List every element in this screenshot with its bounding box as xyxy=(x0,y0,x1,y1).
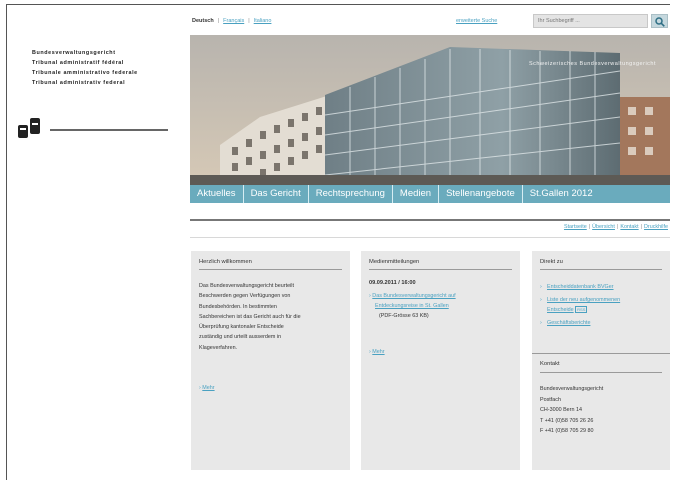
welcome-line: Überprüfung kantonaler Entscheide xyxy=(199,324,284,331)
media-pdf-note: (PDF-Grösse 63 KB) xyxy=(379,313,429,319)
lang-italiano[interactable]: Italiano xyxy=(254,18,272,24)
search-input[interactable] xyxy=(533,14,648,28)
direct-link-entscheiddatenbank[interactable]: Entscheiddatenbank BVGer xyxy=(547,284,614,290)
panel-divider xyxy=(199,269,342,270)
media-item-link-cont[interactable]: Entdeckungsreise in St. Gallen xyxy=(375,303,449,309)
court-name-de: Bundesverwaltungsgericht xyxy=(32,50,116,56)
utility-nav: Startseite | Übersicht | Kontakt | Druckhilfe xyxy=(564,224,668,230)
bullet-icon: › xyxy=(540,297,542,303)
court-logo-icon xyxy=(18,118,40,138)
nav-medien[interactable]: Medien xyxy=(393,185,440,203)
direct-link-item: › Entscheiddatenbank BVGer xyxy=(540,282,664,292)
page-frame-top xyxy=(6,4,670,5)
welcome-line: Beschwerden gegen Verfügungen von xyxy=(199,293,291,300)
language-switcher: Deutsch | Français | Italiano xyxy=(192,18,275,24)
util-separator: | xyxy=(588,224,591,230)
utility-divider xyxy=(190,237,670,238)
welcome-title: Herzlich willkommen xyxy=(199,259,252,265)
media-more-label: Mehr xyxy=(372,349,385,355)
search-button[interactable] xyxy=(651,14,668,28)
hero-caption: Schweizerisches Bundesverwaltungsgericht xyxy=(529,61,656,67)
util-startseite[interactable]: Startseite xyxy=(564,224,587,230)
direct-link-item: › Liste der neu aufgenommenen Entscheide… xyxy=(540,295,664,315)
contact-fax: F +41 (0)58 705 29 80 xyxy=(540,428,594,435)
welcome-line: zuständig und urteilt ausserdem in xyxy=(199,334,282,341)
sidebar-panel: Direkt zu › Entscheiddatenbank BVGer › L… xyxy=(532,251,670,470)
media-date: 09.09.2011 / 16:00 xyxy=(369,280,416,286)
court-name-fr: Tribunal administratif fédéral xyxy=(32,60,124,66)
util-separator: | xyxy=(616,224,619,230)
building-photo xyxy=(190,35,670,185)
welcome-line: Das Bundesverwaltungsgericht beurteilt xyxy=(199,283,294,289)
util-kontakt[interactable]: Kontakt xyxy=(620,224,638,230)
contact-line: Postfach xyxy=(540,396,561,403)
court-name-rm: Tribunal administrativ federal xyxy=(32,80,126,86)
contact-line: CH-3000 Bern 14 xyxy=(540,407,582,414)
bullet-icon: › xyxy=(540,320,542,326)
page-frame-left xyxy=(6,4,7,480)
media-item: › Das Bundesverwaltungsgericht auf Entde… xyxy=(369,291,509,321)
welcome-line: Klageverfahren. xyxy=(199,344,238,351)
util-separator: | xyxy=(640,224,643,230)
lang-separator: | xyxy=(217,18,220,24)
lang-francais[interactable]: Français xyxy=(223,18,244,24)
lang-separator: | xyxy=(248,18,250,24)
direct-link-item: › Geschäftsberichte xyxy=(540,318,664,328)
welcome-line: Sachbereichen ist das Gericht auch für d… xyxy=(199,313,301,320)
lang-deutsch[interactable]: Deutsch xyxy=(192,18,214,24)
contact-phone: T +41 (0)58 705 26 26 xyxy=(540,417,594,424)
nav-st-gallen-2012[interactable]: St.Gallen 2012 xyxy=(523,185,600,203)
direct-link-geschaeftsberichte[interactable]: Geschäftsberichte xyxy=(547,320,590,326)
panel-divider xyxy=(369,269,512,270)
welcome-more-label: Mehr xyxy=(202,385,215,391)
media-item-link[interactable]: Das Bundesverwaltungsgericht auf xyxy=(372,293,455,299)
court-name-block: Bundesverwaltungsgericht Tribunal admini… xyxy=(32,48,182,88)
media-panel: Medienmitteilungen 09.09.2011 / 16:00 › … xyxy=(361,251,520,470)
hero-image: Schweizerisches Bundesverwaltungsgericht xyxy=(190,35,670,185)
nav-stellenangebote[interactable]: Stellenangebote xyxy=(439,185,523,203)
util-uebersicht[interactable]: Übersicht xyxy=(592,224,615,230)
contact-info: Bundesverwaltungsgericht Postfach CH-300… xyxy=(540,384,603,437)
media-more-link[interactable]: › Mehr xyxy=(369,349,385,355)
panel-divider xyxy=(540,269,662,270)
media-title: Medienmitteilungen xyxy=(369,259,420,265)
rss-icon[interactable]: RSS xyxy=(575,306,588,313)
direct-title: Direkt zu xyxy=(540,259,563,265)
bullet-icon: › xyxy=(540,284,542,290)
search-icon xyxy=(655,17,665,27)
direct-link-neue-entscheide[interactable]: Liste der neu aufgenommenen xyxy=(547,297,620,303)
direct-link-neue-entscheide-cont[interactable]: Entscheide xyxy=(547,307,574,313)
direct-links: › Entscheiddatenbank BVGer › Liste der n… xyxy=(540,282,664,328)
welcome-panel: Herzlich willkommen Das Bundesverwaltung… xyxy=(191,251,350,470)
content-divider xyxy=(190,219,670,221)
welcome-text: Das Bundesverwaltungsgericht beurteilt B… xyxy=(199,281,339,353)
util-druckhilfe[interactable]: Druckhilfe xyxy=(644,224,668,230)
nav-rechtsprechung[interactable]: Rechtsprechung xyxy=(309,185,393,203)
court-name-it: Tribunale amministrativo federale xyxy=(32,70,138,76)
nav-das-gericht[interactable]: Das Gericht xyxy=(244,185,309,203)
main-nav: Aktuelles Das Gericht Rechtsprechung Med… xyxy=(190,185,670,203)
panel-separator xyxy=(532,353,670,354)
contact-title: Kontakt xyxy=(540,361,560,367)
nav-aktuelles[interactable]: Aktuelles xyxy=(190,185,244,203)
advanced-search-link[interactable]: erweiterte Suche xyxy=(456,18,497,24)
welcome-more-link[interactable]: › Mehr xyxy=(199,385,215,391)
welcome-line: Bundesbehörden. In bestimmten xyxy=(199,303,277,310)
logo-divider xyxy=(50,129,168,131)
contact-line: Bundesverwaltungsgericht xyxy=(540,386,604,392)
panel-divider xyxy=(540,372,662,373)
